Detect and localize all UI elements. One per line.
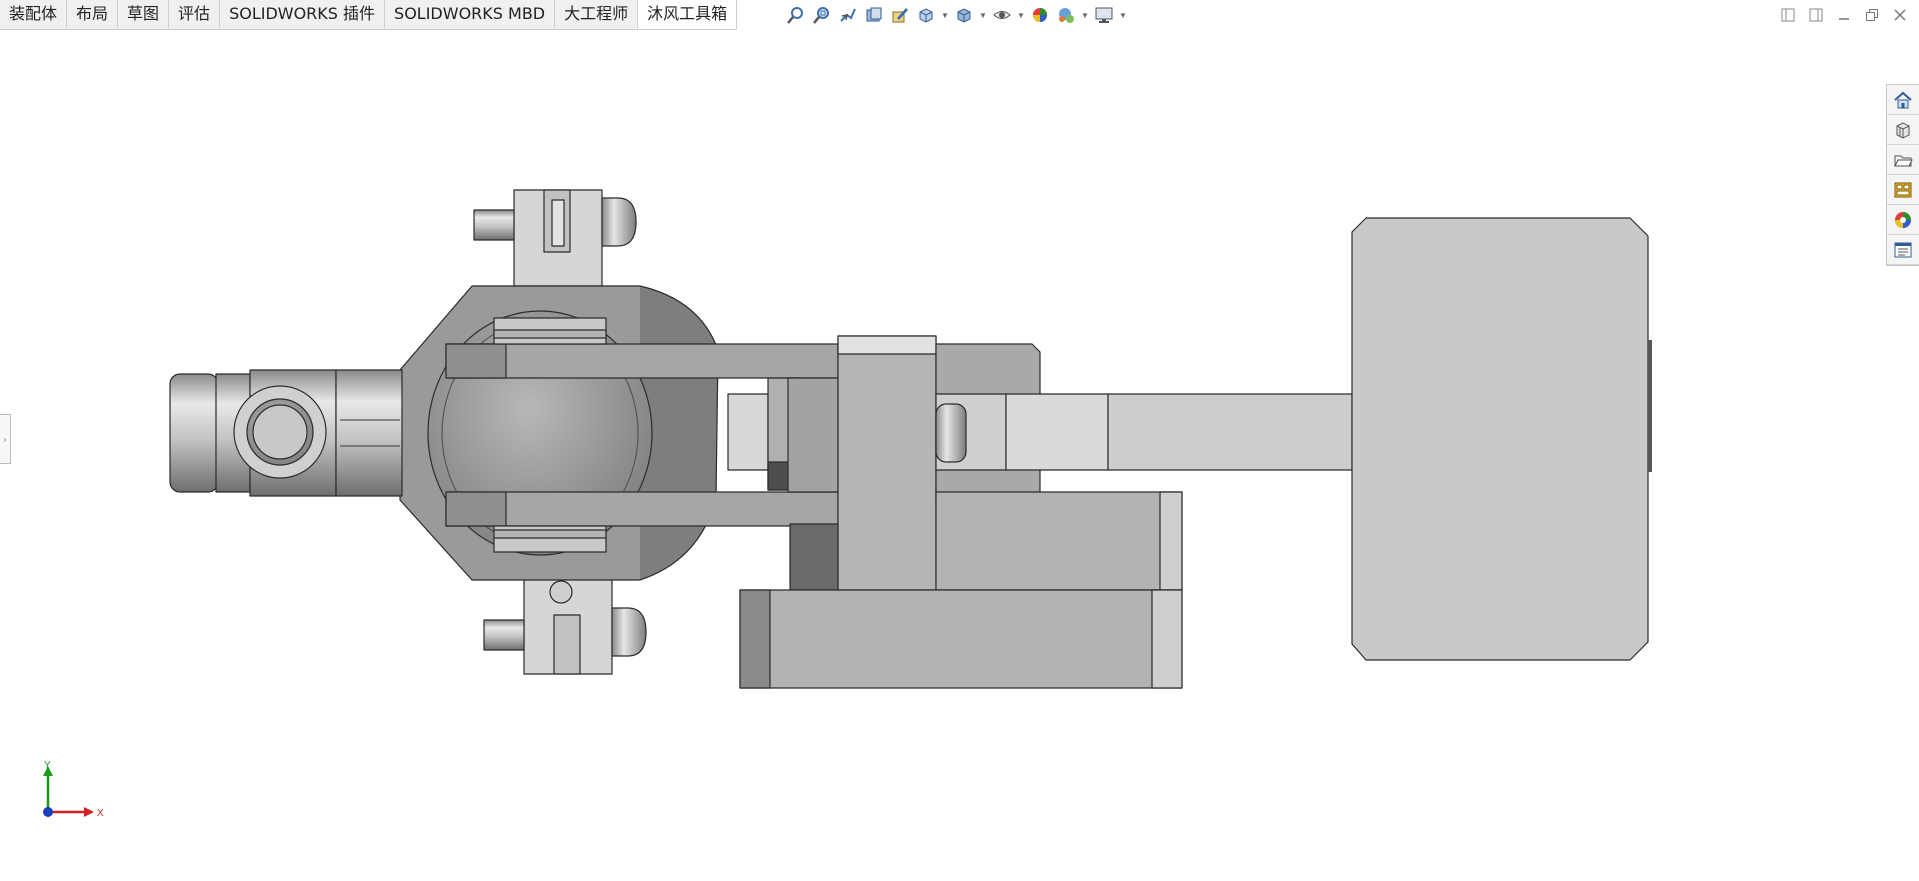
tab-solidworks-addins[interactable]: SOLIDWORKS 插件 [220,0,386,28]
top-clevis [473,189,637,287]
view-settings-dropdown-icon[interactable]: ▼ [1119,4,1127,26]
display-style-dropdown-icon[interactable]: ▼ [979,4,987,26]
display-style-icon[interactable] [953,4,975,26]
minimize-icon[interactable] [1835,6,1853,24]
heads-up-view-toolbar: ▼ ▼ ▼ ▼ ▼ [785,4,1127,26]
restore-icon[interactable] [1863,6,1881,24]
previous-view-icon[interactable] [837,4,859,26]
tab-big-engineer[interactable]: 大工程师 [555,0,639,28]
hide-show-dropdown-icon[interactable]: ▼ [1017,4,1025,26]
view-orientation-dropdown-icon[interactable]: ▼ [941,4,949,26]
apply-scene-dropdown-icon[interactable]: ▼ [1081,4,1089,26]
triad-origin [43,807,53,817]
apply-scene-icon[interactable] [1055,4,1077,26]
tab-evaluate[interactable]: 评估 [169,0,221,28]
tile-left-icon[interactable] [1779,6,1797,24]
section-view-icon[interactable] [863,4,885,26]
view-settings-icon[interactable] [1093,4,1115,26]
triad-y-label: Y [44,760,51,771]
reference-triad: Y X [43,760,104,819]
counterweight [1351,217,1649,661]
command-manager-tabs: 装配体 布局 草图 评估 SOLIDWORKS 插件 SOLIDWORKS MB… [0,0,738,30]
hide-show-items-icon[interactable] [991,4,1013,26]
tile-right-icon[interactable] [1807,6,1825,24]
bottom-clevis [483,577,647,675]
zoom-to-fit-icon[interactable] [785,4,807,26]
close-icon[interactable] [1891,6,1909,24]
tab-assembly[interactable]: 装配体 [0,0,68,28]
graphics-area[interactable] [0,30,1919,881]
dynamic-annotation-icon[interactable] [889,4,911,26]
tab-mufeng-toolbox[interactable]: 沐风工具箱 [638,0,738,29]
tab-sketch[interactable]: 草图 [118,0,170,28]
edit-appearance-icon[interactable] [1029,4,1051,26]
triad-x-label: X [97,808,104,819]
view-orientation-icon[interactable] [915,4,937,26]
tab-solidworks-mbd[interactable]: SOLIDWORKS MBD [385,0,556,28]
triad-x-arrow [84,807,94,817]
document-window-controls [1779,6,1909,24]
zoom-to-area-icon[interactable] [811,4,833,26]
tab-layout[interactable]: 布局 [67,0,119,28]
